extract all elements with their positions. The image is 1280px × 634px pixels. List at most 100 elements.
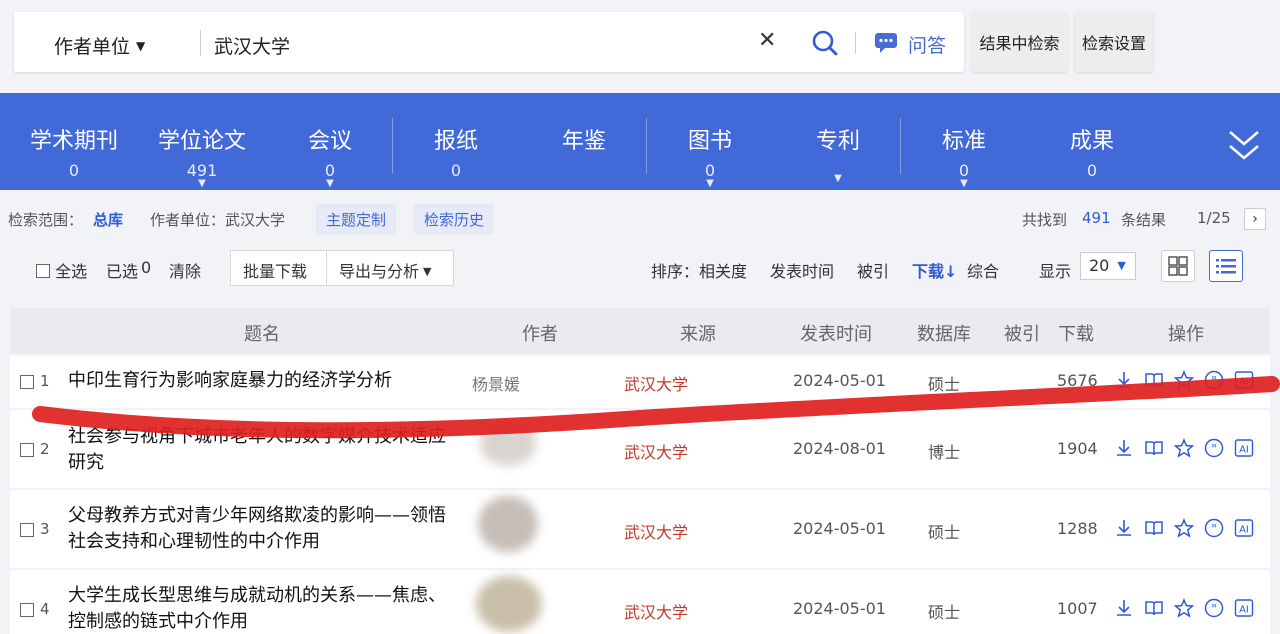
ai-icon[interactable]: AI (1234, 518, 1254, 538)
download-icon[interactable] (1114, 438, 1134, 458)
tab-label: 学术期刊 (29, 129, 118, 154)
tab-newspapers[interactable]: 报纸 0 (402, 93, 510, 190)
search-icon[interactable] (811, 29, 839, 57)
qa-button[interactable]: 问答 (908, 31, 946, 58)
sort-label: 排序： (651, 262, 700, 281)
topic-customize-button[interactable]: 主题定制 (316, 204, 397, 234)
close-icon[interactable]: ✕ (758, 28, 776, 53)
tab-yearbooks[interactable]: 年鉴 (530, 93, 638, 190)
read-book-icon[interactable] (1144, 438, 1164, 458)
sort-date[interactable]: 发表时间 (770, 258, 834, 282)
search-settings-button[interactable]: 检索设置 (1075, 12, 1153, 72)
ai-icon[interactable]: AI (1234, 370, 1254, 390)
ai-icon[interactable]: AI (1234, 598, 1254, 618)
download-icon[interactable] (1114, 598, 1134, 618)
scope-value[interactable]: 总库 (93, 209, 123, 230)
table-row[interactable]: 1 中印生育行为影响家庭暴力的经济学分析 杨景媛 武汉大学 2024-05-01… (10, 356, 1270, 408)
row-source[interactable]: 武汉大学 (624, 439, 688, 463)
row-downloads: 1007 (1057, 599, 1098, 618)
row-title-link[interactable]: 社会参与视角下城市老年人的数字媒介技术适应研究 (68, 424, 458, 476)
sort-download[interactable]: 下载↓ (912, 258, 957, 282)
read-book-icon[interactable] (1144, 598, 1164, 618)
download-icon[interactable] (1114, 518, 1134, 538)
svg-text:AI: AI (1239, 605, 1249, 616)
row-author[interactable]: 杨景媛 (472, 371, 520, 395)
page-size-value: 20 (1089, 256, 1110, 275)
table-row[interactable]: 4 大学生成长型思维与成就动机的关系——焦虑、控制感的链式中介作用 武汉大学 2… (10, 570, 1270, 634)
tab-conferences[interactable]: 会议 0 ▼ (276, 93, 384, 190)
blurred-author (478, 496, 538, 552)
search-history-button[interactable]: 检索历史 (414, 204, 495, 234)
tab-journals[interactable]: 学术期刊 0 (20, 93, 128, 190)
search-field-select[interactable]: 作者单位 ▼ (54, 32, 145, 59)
select-all[interactable]: 全选 (36, 258, 87, 282)
quote-icon[interactable]: " (1204, 518, 1224, 538)
list-view-icon[interactable] (1209, 250, 1243, 282)
arrow-down-icon: ↓ (944, 262, 958, 281)
row-title-link[interactable]: 中印生育行为影响家庭暴力的经济学分析 (68, 368, 458, 394)
tab-standards[interactable]: 标准 0 ▼ (910, 93, 1018, 190)
tab-divider (392, 118, 393, 174)
row-checkbox[interactable] (20, 375, 34, 389)
export-analysis-button[interactable]: 导出与分析 ▼ (326, 250, 454, 286)
quote-icon[interactable]: " (1204, 370, 1224, 390)
tab-label: 会议 (307, 129, 352, 154)
row-source[interactable]: 武汉大学 (624, 371, 688, 395)
svg-text:AI: AI (1239, 445, 1249, 456)
tab-label: 年鉴 (561, 129, 606, 154)
row-checkbox[interactable] (20, 603, 34, 617)
header-downloads: 下载 (1058, 324, 1094, 345)
row-title-link[interactable]: 大学生成长型思维与成就动机的关系——焦虑、控制感的链式中介作用 (68, 583, 458, 634)
search-within-results-button[interactable]: 结果中检索 (972, 12, 1067, 72)
grid-view-icon[interactable] (1161, 250, 1195, 282)
favorite-star-icon[interactable] (1174, 370, 1194, 390)
tab-label: 专利 (815, 129, 860, 154)
tab-books[interactable]: 图书 0 ▼ (656, 93, 764, 190)
tab-label: 成果 (1069, 129, 1114, 154)
row-checkbox[interactable] (20, 443, 34, 457)
expand-chevron-icon[interactable] (1224, 128, 1264, 164)
table-row[interactable]: 2 社会参与视角下城市老年人的数字媒介技术适应研究 武汉大学 2024-08-0… (10, 410, 1270, 488)
next-page-icon[interactable]: › (1244, 208, 1266, 230)
quote-icon[interactable]: " (1204, 598, 1224, 618)
read-book-icon[interactable] (1144, 518, 1164, 538)
chat-icon[interactable] (872, 31, 900, 55)
read-book-icon[interactable] (1144, 370, 1164, 390)
ai-icon[interactable]: AI (1234, 438, 1254, 458)
download-icon[interactable] (1114, 370, 1134, 390)
header-source: 来源 (680, 324, 716, 345)
row-source[interactable]: 武汉大学 (624, 599, 688, 623)
sort-relevance[interactable]: 相关度 (699, 258, 747, 282)
tab-patents[interactable]: 专利 ▼ (784, 93, 892, 190)
favorite-star-icon[interactable] (1174, 518, 1194, 538)
quote-icon[interactable]: " (1204, 438, 1224, 458)
page-size-select[interactable]: 20 ▼ (1080, 252, 1136, 280)
row-date: 2024-08-01 (793, 439, 886, 458)
table-header: 题名 作者 来源 发表时间 数据库 被引 下载 操作 (10, 308, 1270, 354)
row-database: 硕士 (928, 375, 961, 394)
row-date: 2024-05-01 (793, 599, 886, 618)
checkbox[interactable] (36, 264, 50, 278)
row-operations: " AI (1114, 598, 1264, 618)
svg-text:": " (1211, 522, 1217, 536)
search-input[interactable]: 武汉大学 (214, 32, 290, 59)
sort-combined[interactable]: 综合 (967, 258, 999, 282)
batch-download-button[interactable]: 批量下载 (230, 250, 327, 286)
clear-button[interactable]: 清除 (169, 258, 201, 282)
row-checkbox[interactable] (20, 523, 34, 537)
caret-down-icon: ▼ (960, 178, 968, 189)
row-source[interactable]: 武汉大学 (624, 519, 688, 543)
favorite-star-icon[interactable] (1174, 598, 1194, 618)
tab-count: 0 (450, 161, 462, 180)
export-label: 导出与分析 (339, 262, 420, 281)
row-number: 1 (40, 372, 50, 390)
table-row[interactable]: 3 父母教养方式对青少年网络欺凌的影响——领悟社会支持和心理韧性的中介作用 武汉… (10, 490, 1270, 568)
row-title-link[interactable]: 父母教养方式对青少年网络欺凌的影响——领悟社会支持和心理韧性的中介作用 (68, 503, 458, 555)
tab-theses[interactable]: 学位论文 491 ▼ (148, 93, 256, 190)
favorite-star-icon[interactable] (1174, 438, 1194, 458)
tab-achievements[interactable]: 成果 0 (1038, 93, 1146, 190)
row-downloads: 1904 (1057, 439, 1098, 458)
row-operations: " AI (1114, 370, 1264, 390)
sort-cited[interactable]: 被引 (857, 258, 889, 282)
selected-count: 0 (141, 258, 152, 277)
